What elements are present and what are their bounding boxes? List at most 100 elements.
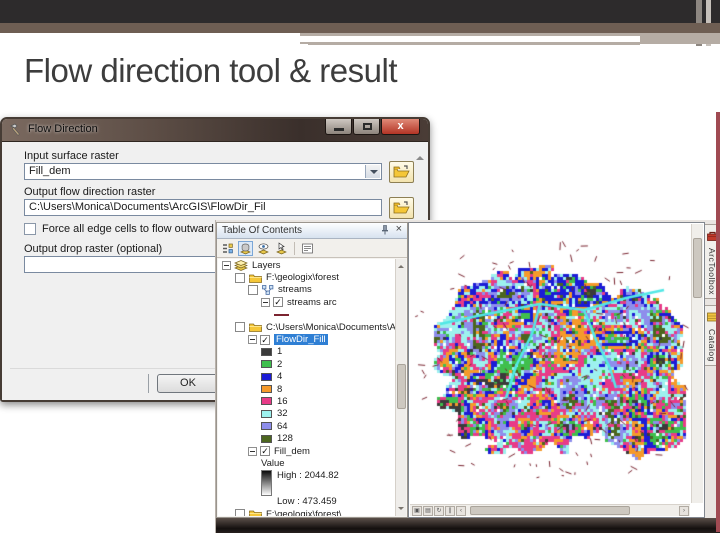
line-symbol [274, 313, 289, 316]
scroll-thumb[interactable] [397, 364, 406, 409]
tree-item-label: 1 [277, 346, 283, 358]
toc-tree-row[interactable]: High : 2044.82 [218, 469, 396, 496]
tree-item-label: 2 [277, 358, 283, 370]
toc-tree-row[interactable]: F:\geologix\forest\ [218, 508, 396, 516]
collapse-icon[interactable] [248, 446, 257, 456]
minimize-icon [334, 128, 344, 131]
list-by-source-icon[interactable] [238, 240, 253, 256]
toc-tree-row[interactable]: 1 [218, 346, 396, 358]
toc-tree-row[interactable]: 4 [218, 371, 396, 383]
scroll-up-icon[interactable] [398, 262, 404, 268]
slide-taupe-bar [0, 23, 720, 33]
collapse-icon[interactable] [248, 335, 257, 345]
options-icon[interactable] [300, 241, 315, 256]
slide-top-bar [0, 0, 720, 23]
toc-tree-row[interactable]: 8 [218, 383, 396, 395]
list-by-selection-icon[interactable] [274, 241, 289, 256]
unchecked-checkbox[interactable] [235, 322, 245, 333]
checked-checkbox[interactable]: ✓ [260, 446, 270, 457]
scroll-down-icon[interactable] [398, 507, 404, 513]
arcmap-window: Table Of Contents × Layers F:\geologix\fo… [215, 220, 720, 533]
toc-tree-row[interactable]: streams [218, 284, 396, 296]
checked-checkbox[interactable]: ✓ [273, 297, 283, 308]
input-browse-button[interactable] [389, 161, 414, 183]
scroll-thumb[interactable] [470, 506, 630, 515]
collapse-icon[interactable] [222, 260, 231, 270]
divider [294, 241, 295, 255]
toc-tree-row[interactable]: Value [218, 457, 396, 469]
legend-swatch [261, 434, 272, 443]
toc-tree-row[interactable]: Low : 473.459 [218, 496, 396, 508]
ok-button[interactable]: OK [157, 374, 219, 393]
toc-titlebar[interactable]: Table Of Contents × [217, 223, 407, 239]
tree-item-label: F:\geologix\forest [266, 272, 339, 284]
tree-item-label: Low : 473.459 [277, 496, 337, 508]
scroll-right-button[interactable]: › [679, 505, 689, 516]
tool-hammer-icon [9, 123, 23, 142]
output-raster-field[interactable]: C:\Users\Monica\Documents\ArcGIS\FlowDir… [24, 199, 382, 216]
checked-checkbox[interactable]: ✓ [260, 334, 270, 345]
scroll-up-icon[interactable] [416, 152, 424, 160]
pause-drawing-button[interactable]: ∥ [445, 505, 455, 516]
layout-view-button[interactable]: ▤ [423, 505, 433, 516]
data-view-button[interactable]: ▣ [412, 505, 422, 516]
list-by-visibility-icon[interactable] [256, 241, 271, 256]
scroll-thumb[interactable] [693, 238, 702, 298]
toc-tree: Layers F:\geologix\forest streams ✓ streams … [218, 259, 396, 516]
legend-swatch [261, 409, 272, 418]
toc-tree-row[interactable]: C:\Users\Monica\Documents\ArcGIS\ [218, 321, 396, 333]
toc-tree-row[interactable]: ✓ FlowDir_Fill [218, 333, 396, 346]
toc-tree-row[interactable]: Layers [218, 259, 396, 271]
list-by-drawing-order-icon[interactable] [220, 241, 235, 256]
minimize-button[interactable] [325, 119, 352, 135]
tree-item-label: Layers [252, 259, 281, 271]
tree-item-label: High : 2044.82 [277, 469, 339, 481]
toc-tree-row[interactable]: 64 [218, 420, 396, 432]
collapse-icon[interactable] [261, 297, 270, 307]
toc-tree-row[interactable] [218, 309, 396, 321]
toc-close-icon[interactable]: × [396, 223, 402, 235]
refresh-view-button[interactable]: ↻ [434, 505, 444, 516]
toc-tree-row[interactable]: 2 [218, 358, 396, 370]
scroll-left-button[interactable]: ‹ [456, 505, 466, 516]
toc-tree-row[interactable]: 32 [218, 408, 396, 420]
chevron-down-icon[interactable] [365, 165, 380, 178]
close-button[interactable]: x [381, 119, 420, 135]
layers-icon [234, 259, 248, 271]
flow-direction-raster-map[interactable] [412, 226, 692, 496]
maximize-button[interactable] [353, 119, 380, 135]
output-browse-button[interactable] [389, 197, 414, 219]
unchecked-checkbox[interactable] [235, 272, 245, 283]
toc-tree-row[interactable]: 16 [218, 395, 396, 407]
view-buttons: ▣ ▤ ↻ ∥ ‹ [412, 505, 466, 516]
tree-item-label: FlowDir_Fill [274, 334, 328, 346]
tree-item-label: 32 [277, 408, 288, 420]
drop-raster-label: Output drop raster (optional) [24, 243, 163, 255]
toc-tree-row[interactable]: F:\geologix\forest [218, 271, 396, 283]
slide-gray-line [308, 42, 640, 45]
tree-item-label: Value [261, 457, 285, 469]
toc-tree-row[interactable]: ✓ streams arc [218, 296, 396, 308]
unchecked-checkbox[interactable] [248, 284, 258, 295]
tree-item-label: 64 [277, 420, 288, 432]
unchecked-checkbox[interactable] [235, 509, 245, 516]
tree-item-label: 4 [277, 371, 283, 383]
map-vertical-scrollbar[interactable] [691, 224, 703, 503]
legend-swatch [261, 360, 272, 369]
toc-scrollbar[interactable] [395, 259, 406, 516]
dialog-title: Flow Direction [28, 123, 98, 135]
force-edge-checkbox[interactable] [24, 223, 36, 235]
input-raster-combobox[interactable]: Fill_dem [24, 163, 382, 180]
dialog-titlebar[interactable]: Flow Direction x [2, 119, 428, 142]
pin-icon[interactable] [381, 225, 389, 238]
toc-tree-row[interactable]: ✓ Fill_dem [218, 445, 396, 457]
map-horizontal-scrollbar[interactable]: ▣ ▤ ↻ ∥ ‹ › [410, 504, 690, 516]
color-ramp [261, 469, 272, 496]
toc-tree-row[interactable]: 128 [218, 432, 396, 444]
streams-icon [262, 285, 274, 295]
tree-item-label: C:\Users\Monica\Documents\ArcGIS\ [266, 321, 396, 333]
tree-item-label: Fill_dem [274, 445, 310, 457]
folder-icon [249, 509, 262, 516]
window-bottom-border [216, 518, 720, 533]
output-raster-label: Output flow direction raster [24, 186, 156, 198]
